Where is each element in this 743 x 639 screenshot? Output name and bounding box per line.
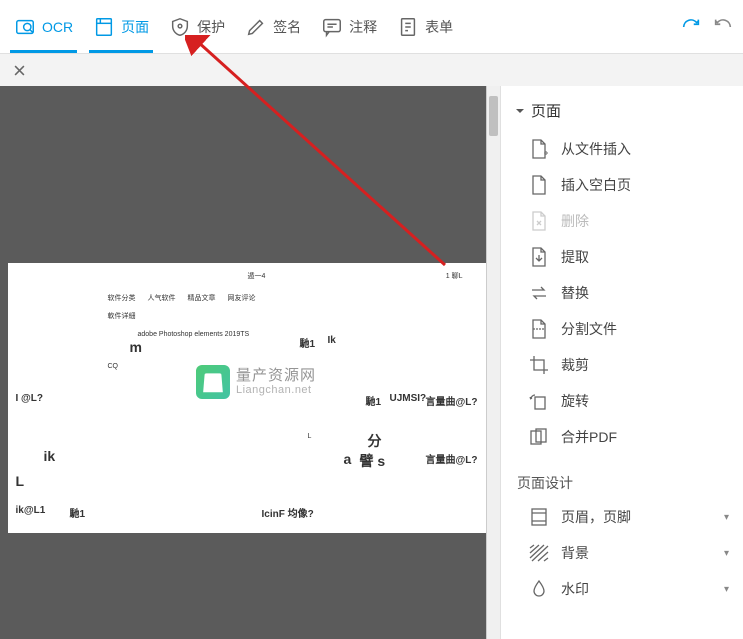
- comment-icon: [321, 16, 343, 38]
- toolbar-sign[interactable]: 签名: [235, 0, 311, 53]
- scrollbar-thumb[interactable]: [489, 96, 498, 136]
- toolbar-comment-label: 注释: [349, 17, 377, 37]
- document-tab-bar: [0, 54, 743, 86]
- watermark-overlay: 量产资源网 Liangchan.net: [196, 365, 316, 399]
- toolbar-protect[interactable]: 保护: [159, 0, 235, 53]
- main-toolbar: OCR 页面 保护 签名 注释 表单: [0, 0, 743, 54]
- undo-button[interactable]: [707, 0, 739, 53]
- action-insert-from-file[interactable]: 从文件插入: [501, 131, 743, 167]
- swap-icon: [529, 283, 549, 303]
- action-rotate[interactable]: 旋转: [501, 383, 743, 419]
- action-watermark[interactable]: 水印 ▾: [501, 571, 743, 607]
- toolbar-sign-label: 签名: [273, 17, 301, 37]
- document-viewer[interactable]: 遁一4 1 聊L 软件分类 人气软件 精品文章 网友评论 軟件详細 adobe …: [0, 86, 500, 639]
- chevron-down-icon: ▾: [724, 512, 729, 523]
- toolbar-comment[interactable]: 注释: [311, 0, 387, 53]
- action-delete[interactable]: 删除: [501, 203, 743, 239]
- chevron-down-icon: ▾: [724, 548, 729, 559]
- rotate-icon: [529, 391, 549, 411]
- action-merge[interactable]: 合并PDF: [501, 419, 743, 455]
- watermark-title: 量产资源网: [236, 368, 316, 385]
- file-split-icon: [529, 319, 549, 339]
- page-actions-list: 从文件插入 插入空白页 删除 提取 替换 分割文件: [501, 127, 743, 459]
- action-extract[interactable]: 提取: [501, 239, 743, 275]
- page-icon: [93, 16, 115, 38]
- crop-icon: [529, 355, 549, 375]
- tab-close-button[interactable]: [4, 54, 34, 86]
- action-background[interactable]: 背景 ▾: [501, 535, 743, 571]
- file-delete-icon: [529, 211, 549, 231]
- redo-button[interactable]: [675, 0, 707, 53]
- pen-icon: [245, 16, 267, 38]
- toolbar-ocr-label: OCR: [42, 19, 73, 35]
- action-insert-blank[interactable]: 插入空白页: [501, 167, 743, 203]
- panel-header-label: 页面: [531, 100, 561, 121]
- right-panel: 页面 从文件插入 插入空白页 删除 提取 替换: [500, 86, 743, 639]
- ocr-icon: [14, 16, 36, 38]
- file-blank-icon: [529, 175, 549, 195]
- merge-icon: [529, 427, 549, 447]
- main-area: 遁一4 1 聊L 软件分类 人气软件 精品文章 网友评论 軟件详細 adobe …: [0, 86, 743, 639]
- file-extract-icon: [529, 247, 549, 267]
- chevron-down-icon: ▾: [724, 584, 729, 595]
- action-replace[interactable]: 替换: [501, 275, 743, 311]
- watermark-logo-icon: [196, 365, 230, 399]
- form-icon: [397, 16, 419, 38]
- document-scrollbar[interactable]: [486, 86, 500, 639]
- chevron-down-icon: [515, 106, 525, 116]
- document-page: 遁一4 1 聊L 软件分类 人气软件 精品文章 网友评论 軟件详細 adobe …: [8, 263, 493, 533]
- header-footer-icon: [529, 507, 549, 527]
- watermark-url: Liangchan.net: [236, 384, 316, 396]
- toolbar-page[interactable]: 页面: [83, 0, 159, 53]
- toolbar-ocr[interactable]: OCR: [4, 0, 83, 53]
- panel-design-header: 页面设计: [501, 459, 743, 499]
- action-split[interactable]: 分割文件: [501, 311, 743, 347]
- file-plus-icon: [529, 139, 549, 159]
- background-icon: [529, 543, 549, 563]
- toolbar-page-label: 页面: [121, 17, 149, 37]
- panel-header-page[interactable]: 页面: [501, 94, 743, 127]
- toolbar-form[interactable]: 表单: [387, 0, 463, 53]
- toolbar-form-label: 表单: [425, 17, 453, 37]
- toolbar-protect-label: 保护: [197, 17, 225, 37]
- action-crop[interactable]: 裁剪: [501, 347, 743, 383]
- watermark-icon: [529, 579, 549, 599]
- shield-icon: [169, 16, 191, 38]
- action-header-footer[interactable]: 页眉，页脚 ▾: [501, 499, 743, 535]
